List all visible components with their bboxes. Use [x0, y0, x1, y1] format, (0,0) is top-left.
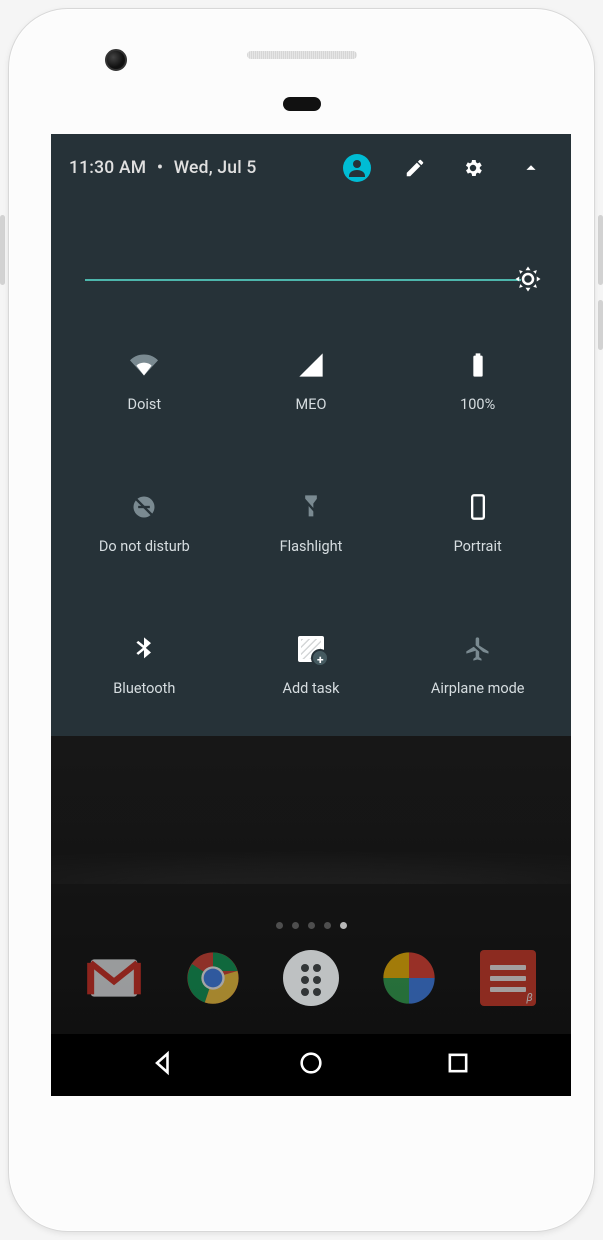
- brightness-icon: [513, 264, 543, 294]
- phone-frame: β 11:30 AM • Wed, Jul 5: [8, 8, 595, 1232]
- signal-icon: [296, 350, 326, 380]
- battery-label: 100%: [460, 396, 495, 413]
- cellular-tile[interactable]: MEO: [228, 350, 395, 430]
- nav-recents-button[interactable]: [444, 1049, 472, 1081]
- user-switch-button[interactable]: [335, 146, 379, 190]
- collapse-button[interactable]: [509, 146, 553, 190]
- airplane-label: Airplane mode: [431, 680, 525, 697]
- airplane-icon: [463, 634, 493, 664]
- top-speaker: [247, 51, 357, 59]
- portrait-icon: [463, 492, 493, 522]
- photos-app-icon[interactable]: [377, 946, 441, 1010]
- pencil-icon: [404, 157, 426, 179]
- add-task-tile[interactable]: + Add task: [228, 634, 395, 714]
- bluetooth-icon: [129, 634, 159, 664]
- gear-icon: [462, 157, 484, 179]
- nav-home-button[interactable]: [297, 1049, 325, 1081]
- gmail-app-icon[interactable]: [82, 946, 146, 1010]
- front-camera: [105, 49, 127, 71]
- wifi-label: Doist: [128, 396, 162, 413]
- settings-button[interactable]: [451, 146, 495, 190]
- rotation-tile[interactable]: Portrait: [394, 492, 561, 572]
- status-date: Wed, Jul 5: [174, 158, 257, 178]
- airplane-tile[interactable]: Airplane mode: [394, 634, 561, 714]
- flashlight-tile[interactable]: Flashlight: [228, 492, 395, 572]
- todoist-app-icon[interactable]: β: [476, 946, 540, 1010]
- add-task-label: Add task: [283, 680, 340, 697]
- screen: β 11:30 AM • Wed, Jul 5: [51, 134, 571, 1096]
- page-indicator: [51, 922, 571, 929]
- wifi-tile[interactable]: Doist: [61, 350, 228, 430]
- edit-tiles-button[interactable]: [393, 146, 437, 190]
- dnd-icon: [129, 492, 159, 522]
- flashlight-label: Flashlight: [280, 538, 343, 555]
- proximity-sensor: [283, 97, 321, 111]
- bluetooth-tile[interactable]: Bluetooth: [61, 634, 228, 714]
- status-time: 11:30 AM: [69, 158, 146, 178]
- battery-icon: [463, 350, 493, 380]
- rotation-label: Portrait: [454, 538, 502, 555]
- todoist-beta-badge: β: [526, 991, 532, 1004]
- dnd-tile[interactable]: Do not disturb: [61, 492, 228, 572]
- chevron-up-icon: [520, 157, 542, 179]
- navigation-bar: [51, 1034, 571, 1096]
- add-task-icon: +: [296, 634, 326, 664]
- wifi-icon: [129, 350, 159, 380]
- apps-drawer-button[interactable]: [279, 946, 343, 1010]
- status-time-date: 11:30 AM • Wed, Jul 5: [69, 158, 257, 178]
- person-icon: [343, 154, 371, 182]
- dock: β: [51, 946, 571, 1010]
- battery-tile[interactable]: 100%: [394, 350, 561, 430]
- chrome-app-icon[interactable]: [181, 946, 245, 1010]
- cellular-label: MEO: [296, 396, 327, 413]
- brightness-slider[interactable]: [85, 268, 537, 292]
- nav-back-button[interactable]: [150, 1049, 178, 1081]
- dnd-label: Do not disturb: [99, 538, 190, 555]
- flashlight-icon: [296, 492, 326, 522]
- quick-settings-panel: 11:30 AM • Wed, Jul 5: [51, 134, 571, 736]
- bluetooth-label: Bluetooth: [113, 680, 175, 697]
